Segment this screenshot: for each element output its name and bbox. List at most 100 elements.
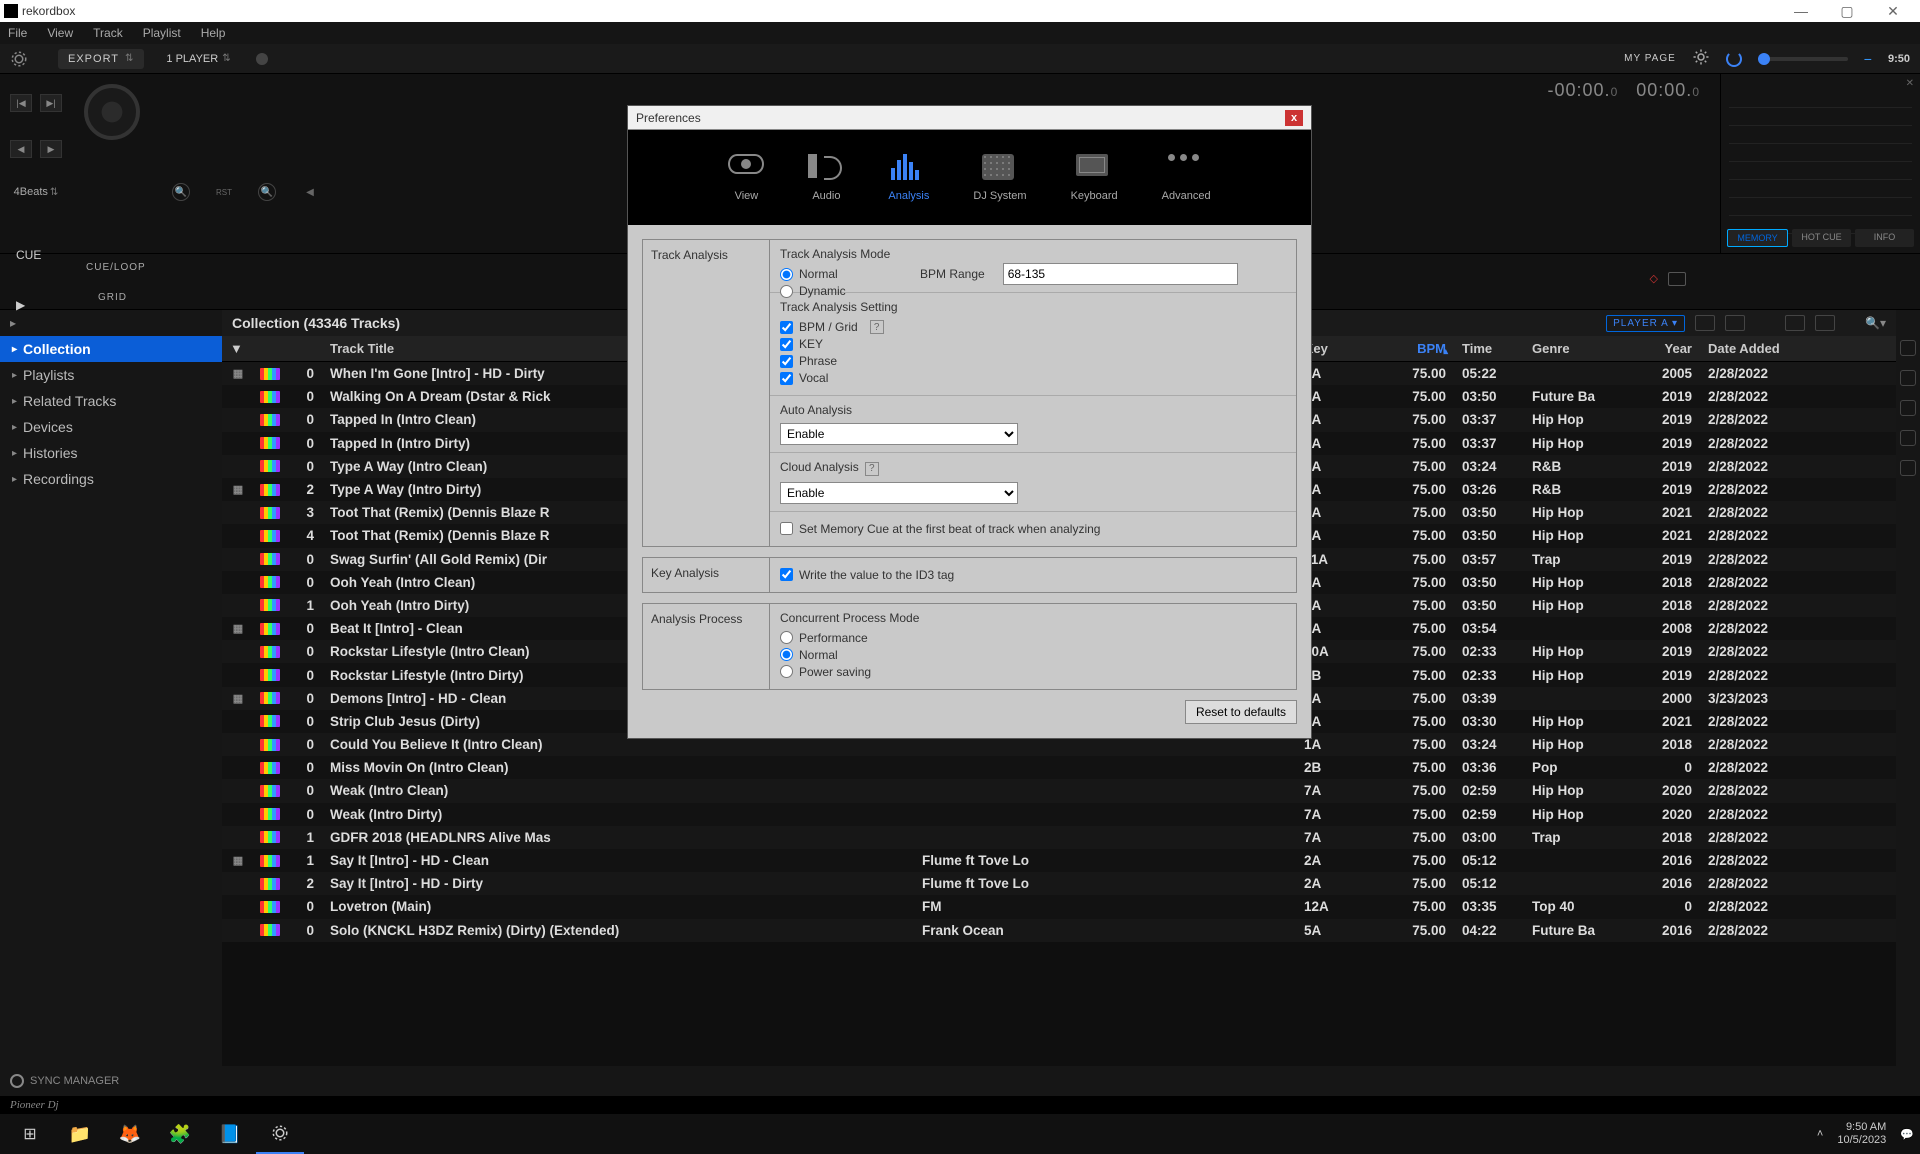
start-button[interactable]: ⊞ [6,1114,54,1154]
info-tab[interactable]: INFO [1855,229,1914,247]
chk-phrase[interactable]: Phrase [780,354,1286,368]
maximize-button[interactable]: ▢ [1824,3,1870,20]
radio-performance[interactable]: Performance [780,631,1286,645]
rewind-button[interactable]: ◀ [10,140,32,158]
sync-manager-label[interactable]: SYNC MANAGER [30,1075,119,1087]
list-icon[interactable] [1668,272,1686,286]
sidebar-item-playlists[interactable]: Playlists [0,362,222,388]
reset-defaults-button[interactable]: Reset to defaults [1185,700,1297,724]
view-icon-3[interactable] [1785,315,1805,331]
sidebar-item-histories[interactable]: Histories [0,440,222,466]
player-count-selector[interactable]: 1 PLAYER⇅ [156,49,240,69]
chk-memory-cue[interactable]: Set Memory Cue at the first beat of trac… [780,522,1286,536]
bpm-range-input[interactable] [1003,263,1238,285]
chk-bpm-grid[interactable]: BPM / Grid? [780,320,1286,334]
help-icon[interactable]: ? [870,320,884,334]
table-row[interactable]: 1GDFR 2018 (HEADLNRS Alive Mas7A75.0003:… [222,826,1896,849]
time-display: -00:00.0 00:00.0 [1548,80,1700,101]
prefs-tab-advanced[interactable]: Advanced [1162,154,1211,202]
search-icon[interactable]: 🔍▾ [1865,316,1886,330]
progress-slider[interactable] [1758,57,1848,61]
sidebar-item-devices[interactable]: Devices [0,414,222,440]
sidebar-item-related[interactable]: Related Tracks [0,388,222,414]
menu-track[interactable]: Track [93,26,123,40]
view-icon-1[interactable] [1695,315,1715,331]
beats-selector[interactable]: 4Beats⇅ [14,186,59,198]
settings-icon[interactable] [1692,48,1710,69]
cue-button[interactable]: CUE [16,248,56,288]
table-row[interactable]: 0Lovetron (Main)FM12A75.0003:35Top 4002/… [222,895,1896,918]
col-year[interactable]: Year [1620,341,1700,356]
gutter-icon[interactable] [1900,400,1916,416]
col-time[interactable]: Time [1454,341,1524,356]
tray-clock[interactable]: 9:50 AM10/5/2023 [1837,1121,1886,1147]
table-row[interactable]: 2Say It [Intro] - HD - DirtyFlume ft Tov… [222,872,1896,895]
view-icon-2[interactable] [1725,315,1745,331]
zoom-icon[interactable]: 🔍 [172,183,190,201]
gutter-icon[interactable] [1900,460,1916,476]
marker-icon[interactable]: ◇ [1650,272,1658,286]
collapse-icon[interactable]: ◀ [301,183,319,201]
table-row[interactable]: 0Weak (Intro Dirty)7A75.0002:59Hip Hop20… [222,803,1896,826]
prefs-tab-analysis[interactable]: Analysis [888,154,929,202]
forward-button[interactable]: ▶ [40,140,62,158]
play-button[interactable]: ▶ [16,298,56,338]
waveform-icon [260,553,280,565]
zoom-out-icon[interactable]: 🔍 [258,183,276,201]
chk-key[interactable]: KEY [780,337,1286,351]
explorer-icon[interactable]: 📁 [56,1114,104,1154]
reset-zoom-button[interactable]: RST [215,183,233,201]
prefs-tab-audio[interactable]: Audio [808,154,844,202]
firefox-icon[interactable]: 🦊 [106,1114,154,1154]
prefs-tab-keyboard[interactable]: Keyboard [1071,154,1118,202]
close-button[interactable]: ✕ [1870,3,1916,20]
radio-powersave[interactable]: Power saving [780,665,1286,679]
info-close-button[interactable]: ✕ [1906,78,1914,89]
rekordbox-icon[interactable] [10,50,28,68]
filter-column[interactable]: ▼ [222,341,254,356]
col-date[interactable]: Date Added [1700,341,1860,356]
gutter-icon[interactable] [1900,340,1916,356]
record-icon[interactable] [253,50,271,68]
minimize-button[interactable]: — [1778,3,1824,19]
chk-vocal[interactable]: Vocal [780,371,1286,385]
rekordbox-task-icon[interactable] [256,1114,304,1154]
prefs-close-button[interactable]: x [1285,110,1303,126]
menu-view[interactable]: View [47,26,73,40]
sidebar-item-collection[interactable]: Collection [0,336,222,362]
table-row[interactable]: 0Miss Movin On (Intro Clean)2B75.0003:36… [222,756,1896,779]
progress-minus[interactable]: − [1864,51,1872,67]
memory-tab[interactable]: MEMORY [1727,229,1788,247]
menu-playlist[interactable]: Playlist [143,26,181,40]
hotcue-tab[interactable]: HOT CUE [1792,229,1851,247]
radio-normal[interactable]: Normal [780,648,1286,662]
col-genre[interactable]: Genre [1524,341,1620,356]
gutter-icon[interactable] [1900,370,1916,386]
mypage-link[interactable]: MY PAGE [1624,53,1676,64]
app-icon[interactable]: 🧩 [156,1114,204,1154]
prefs-tab-view[interactable]: View [728,154,764,202]
next-track-button[interactable]: ▶| [40,94,62,112]
menu-file[interactable]: File [8,26,27,40]
player-a-badge[interactable]: PLAYER A ▾ [1606,315,1685,332]
notifications-icon[interactable]: 💬 [1900,1128,1914,1141]
table-row[interactable]: 0Solo (KNCKL H3DZ Remix) (Dirty) (Extend… [222,919,1896,942]
sidebar-item-recordings[interactable]: Recordings [0,466,222,492]
table-row[interactable]: 0Weak (Intro Clean)7A75.0002:59Hip Hop20… [222,779,1896,802]
notes-icon[interactable]: 📘 [206,1114,254,1154]
export-mode-button[interactable]: EXPORT⇅ [58,49,144,69]
auto-analysis-select[interactable]: Enable [780,423,1018,445]
chk-id3[interactable]: Write the value to the ID3 tag [780,568,1286,582]
prefs-tab-djsystem[interactable]: DJ System [973,154,1026,202]
cloud-analysis-select[interactable]: Enable [780,482,1018,504]
table-row[interactable]: ▦1Say It [Intro] - HD - CleanFlume ft To… [222,849,1896,872]
waveform-icon [260,669,280,681]
col-bpm[interactable]: BPM [1366,341,1454,356]
prev-track-button[interactable]: |◀ [10,94,32,112]
waveform-icon [260,623,280,635]
gutter-icon[interactable] [1900,430,1916,446]
help-icon[interactable]: ? [865,462,879,476]
tray-chevron-icon[interactable]: ˄ [1817,1128,1823,1140]
menu-help[interactable]: Help [201,26,226,40]
view-icon-4[interactable] [1815,315,1835,331]
